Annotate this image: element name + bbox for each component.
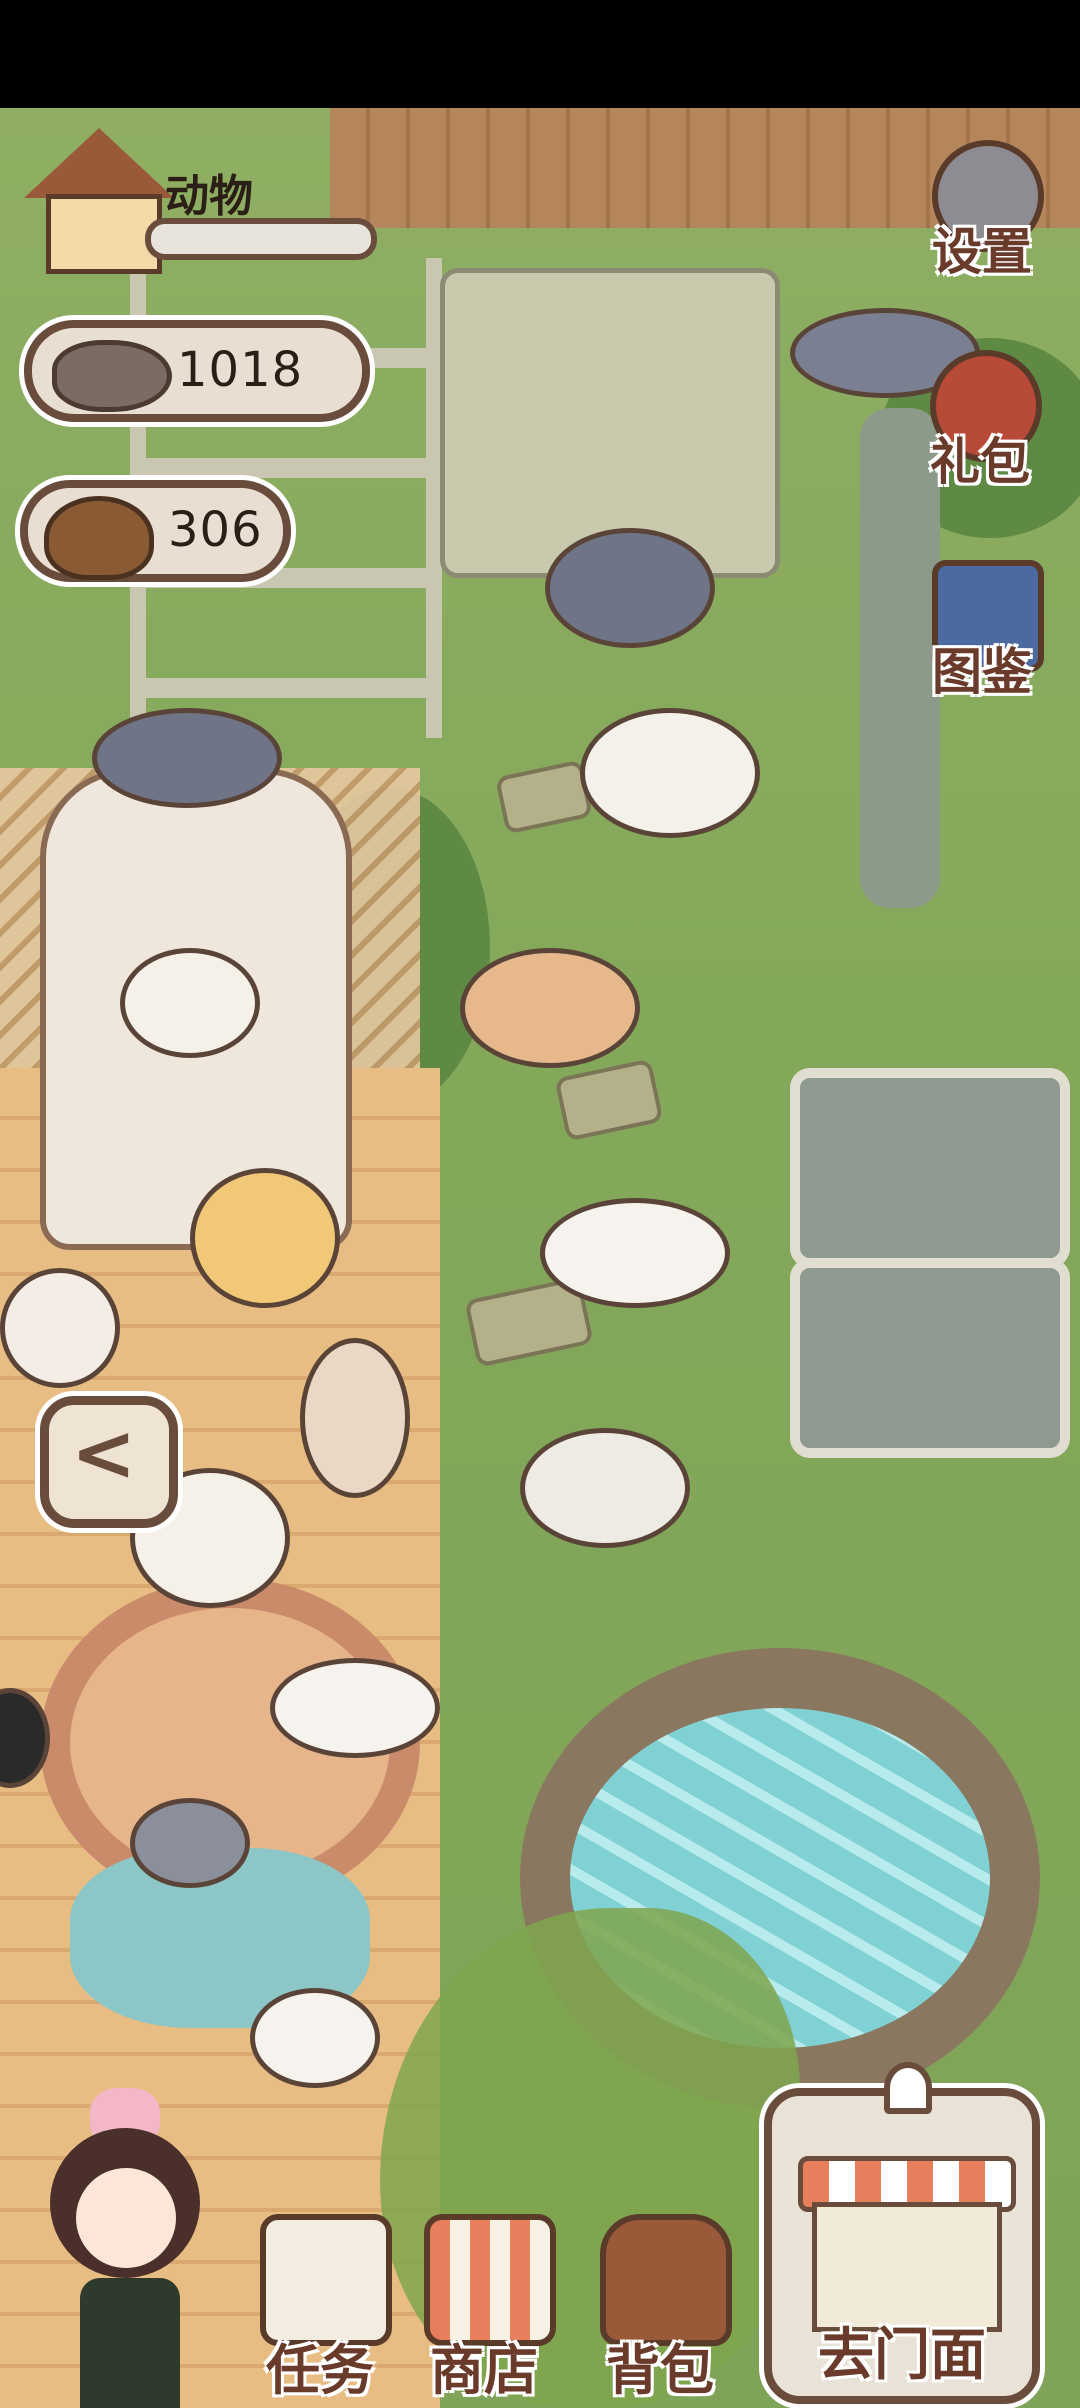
backpack-label: 背包 (606, 2339, 714, 2402)
cat-orange-longhair[interactable] (460, 948, 640, 1068)
fish-count: 1018 (177, 342, 304, 398)
poop-count: 306 (168, 502, 263, 558)
settings-label: 设置 (932, 223, 1032, 281)
fish-icon (52, 340, 172, 412)
girl-face (76, 2168, 176, 2268)
cat-calico-sitting[interactable] (300, 1338, 410, 1498)
bell-icon (884, 2062, 932, 2114)
back-button[interactable]: < (40, 1396, 178, 1528)
soil-planter[interactable] (790, 1068, 1070, 1268)
cat-white-hiding[interactable] (250, 1988, 380, 2088)
gift-button[interactable]: 礼包 (918, 350, 1042, 491)
shop-label: 商店 (430, 2339, 538, 2402)
catalog-button[interactable]: 图鉴 (920, 560, 1044, 701)
girl-apron (80, 2278, 180, 2408)
cat-tabby-white[interactable] (580, 708, 760, 838)
animal-label: 动物 (165, 171, 253, 222)
cat-calico-on-chair[interactable] (120, 948, 260, 1058)
cat-white-gray-belly[interactable] (520, 1428, 690, 1548)
cat-gray-on-chair[interactable] (92, 708, 282, 808)
path-stone (494, 759, 594, 835)
girl-character[interactable] (40, 2088, 220, 2408)
cat-white-lying[interactable] (540, 1198, 730, 1308)
cat-gray-sleeping[interactable] (545, 528, 715, 648)
cat-white-sleepy[interactable] (270, 1658, 440, 1758)
status-bar (0, 0, 1080, 108)
cat-yellow-tabby[interactable] (190, 1168, 340, 1308)
cat-gray-on-pillow[interactable] (130, 1798, 250, 1888)
catalog-label: 图鉴 (932, 643, 1032, 701)
house-roof (24, 128, 174, 198)
settings-button[interactable]: 设置 (920, 140, 1044, 281)
tasks-button[interactable]: 任务 (240, 2214, 400, 2404)
path-stone (554, 1058, 664, 1142)
poop-icon (44, 496, 154, 580)
backpack-button[interactable]: 背包 (580, 2214, 740, 2404)
back-arrow-icon: < (71, 1409, 137, 1499)
gift-label: 礼包 (930, 433, 1030, 491)
soil-planter[interactable] (790, 1258, 1070, 1458)
go-storefront-label: 去门面 (818, 2323, 986, 2388)
animal-progress-bar (145, 218, 377, 260)
shop-button[interactable]: 商店 (404, 2214, 564, 2404)
cat-siamese[interactable] (0, 1268, 120, 1388)
fish-counter[interactable]: 1018 (24, 320, 370, 422)
tasks-label: 任务 (266, 2339, 374, 2402)
go-storefront-button[interactable]: 去门面 (764, 2062, 1040, 2404)
poop-counter[interactable]: 306 (20, 480, 291, 582)
